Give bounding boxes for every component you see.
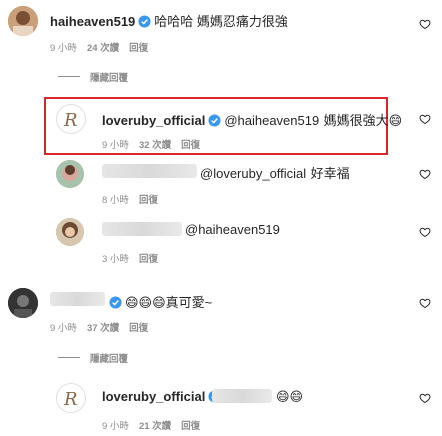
avatar-user[interactable]	[56, 218, 84, 246]
avatar-user[interactable]	[8, 288, 38, 318]
blurred-username	[50, 292, 105, 306]
reply-line: 😄😄	[276, 388, 303, 406]
reply-meta: 9 小時 21 次讚 回復	[102, 418, 210, 432]
avatar-haiheaven519[interactable]	[8, 6, 38, 36]
avatar-image	[56, 160, 84, 188]
heart-icon[interactable]	[419, 392, 431, 404]
heart-icon[interactable]	[419, 18, 431, 30]
reply-meta: 3 小時 回復	[102, 251, 168, 265]
avatar-loveruby[interactable]: R	[56, 104, 86, 134]
avatar-image	[56, 218, 84, 246]
reply-line: @loveruby_official 好幸福	[200, 163, 350, 183]
heart-icon[interactable]	[419, 226, 431, 238]
reply-text: 媽媽很強大😄	[323, 113, 403, 128]
blurred-mention	[212, 389, 272, 403]
username[interactable]: haiheaven519	[50, 14, 135, 29]
reply-line: @haiheaven519	[185, 221, 280, 239]
reply-button[interactable]: 回復	[181, 140, 200, 151]
mention[interactable]: @loveruby_official	[200, 166, 306, 181]
reply-text: 好幸福	[310, 166, 350, 181]
svg-text:R: R	[63, 389, 78, 410]
reply-button[interactable]: 回復	[139, 195, 158, 206]
blurred-username	[102, 222, 182, 236]
divider	[58, 357, 80, 358]
avatar-loveruby[interactable]: R	[56, 383, 86, 413]
divider	[58, 76, 80, 77]
reply-button[interactable]: 回復	[139, 254, 158, 265]
comment-text: 😄😄😄真可愛~	[125, 295, 213, 310]
comment-time: 9 小時	[50, 43, 77, 54]
verified-badge-icon	[109, 296, 122, 309]
comment-meta: 9 小時 24 次讚 回復	[50, 40, 158, 54]
username[interactable]: loveruby_official	[102, 389, 205, 404]
avatar-image: R	[63, 110, 78, 131]
comment-time: 9 小時	[50, 323, 77, 334]
reply-meta: 8 小時 回復	[102, 192, 168, 206]
comment-line: haiheaven519 哈哈哈 媽媽忍痛力很強	[50, 11, 288, 31]
mention[interactable]: @haiheaven519	[185, 222, 280, 237]
hide-replies-button[interactable]: 隱藏回覆	[90, 351, 128, 365]
blurred-username	[102, 164, 197, 178]
reply-time: 9 小時	[102, 421, 129, 432]
verified-badge-icon	[208, 114, 221, 127]
likes-count[interactable]: 32 次讚	[139, 140, 171, 151]
heart-icon[interactable]	[419, 297, 431, 309]
comment-line: 😄😄😄真可愛~	[106, 292, 212, 312]
likes-count[interactable]: 37 次讚	[87, 323, 119, 334]
verified-badge-icon	[138, 15, 151, 28]
reply-time: 3 小時	[102, 254, 129, 265]
reply-meta: 9 小時 32 次讚 回復	[102, 137, 210, 151]
reply-button[interactable]: 回復	[129, 323, 148, 334]
comment-text: 哈哈哈 媽媽忍痛力很強	[154, 14, 288, 29]
avatar-image: R	[63, 389, 78, 410]
avatar-user[interactable]	[56, 160, 84, 188]
heart-icon[interactable]	[419, 113, 431, 125]
mention[interactable]: @haiheaven519	[224, 113, 319, 128]
likes-count[interactable]: 21 次讚	[139, 421, 171, 432]
reply-time: 8 小時	[102, 195, 129, 206]
reply-time: 9 小時	[102, 140, 129, 151]
avatar-image	[8, 6, 38, 36]
username[interactable]: loveruby_official	[102, 113, 205, 128]
likes-count[interactable]: 24 次讚	[87, 43, 119, 54]
reply-button[interactable]: 回復	[129, 43, 148, 54]
reply-button[interactable]: 回復	[181, 421, 200, 432]
reply-text: 😄😄	[276, 389, 304, 404]
heart-icon[interactable]	[419, 168, 431, 180]
avatar-image	[8, 288, 38, 318]
reply-line: loveruby_official @haiheaven519 媽媽很強大😄	[102, 110, 402, 130]
reply-line: loveruby_official	[102, 388, 224, 406]
hide-replies-button[interactable]: 隱藏回覆	[90, 70, 128, 84]
svg-text:R: R	[63, 110, 78, 131]
comment-meta: 9 小時 37 次讚 回復	[50, 320, 158, 334]
